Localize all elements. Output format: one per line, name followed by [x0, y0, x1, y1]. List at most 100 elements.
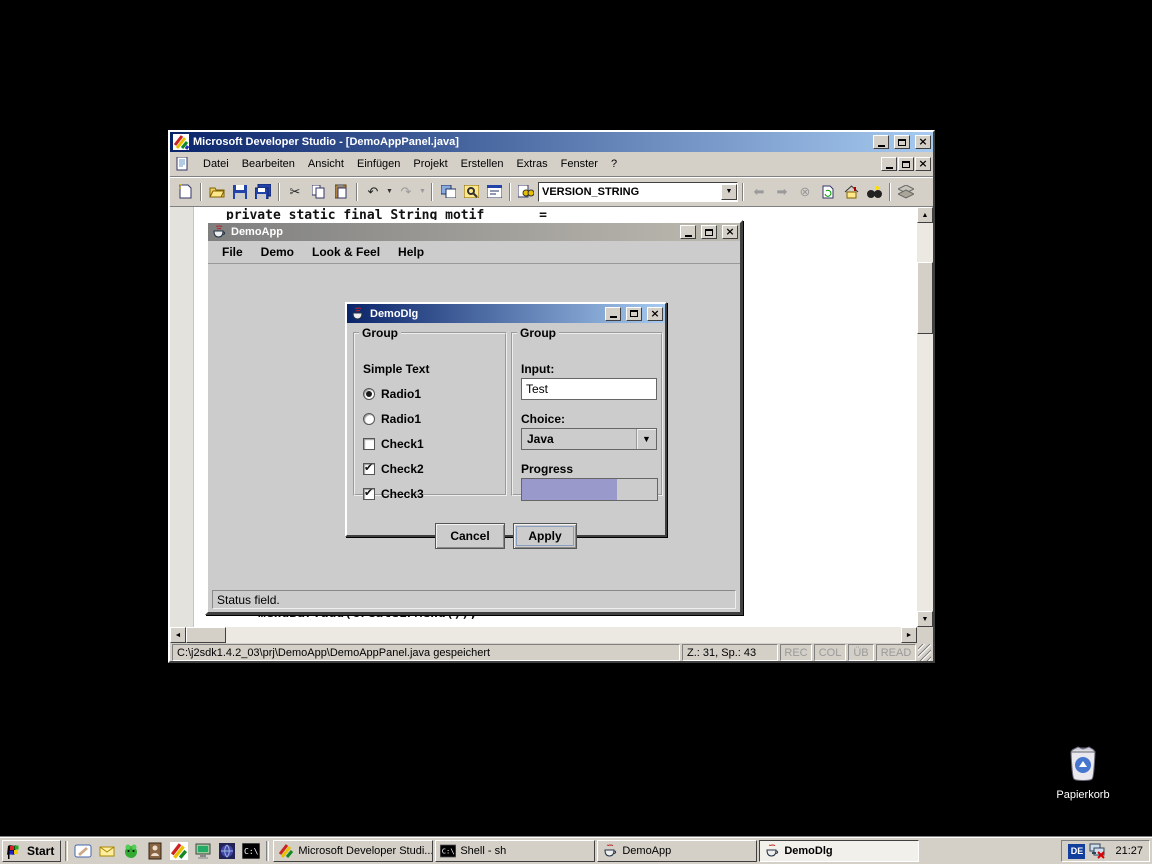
- new-file-button[interactable]: [174, 182, 196, 202]
- progress-fill: [522, 479, 617, 500]
- input-field[interactable]: [521, 378, 657, 400]
- menu-help[interactable]: Help: [390, 242, 432, 262]
- minimize-button[interactable]: [873, 135, 889, 149]
- devstudio-quicklaunch-icon[interactable]: [168, 840, 190, 862]
- menu-look-and-feel[interactable]: Look & Feel: [304, 242, 388, 262]
- search-button[interactable]: [863, 182, 885, 202]
- save-button[interactable]: [229, 182, 251, 202]
- status-message: C:\j2sdk1.4.2_03\prj\DemoApp\DemoAppPane…: [172, 644, 680, 661]
- apply-button[interactable]: Apply: [513, 523, 577, 549]
- save-all-button[interactable]: [252, 182, 274, 202]
- choice-combobox[interactable]: Java ▼: [521, 428, 657, 450]
- scroll-up-icon[interactable]: ▲: [917, 207, 933, 223]
- mdi-close-button[interactable]: ×: [915, 157, 931, 171]
- horizontal-scroll-thumb[interactable]: [186, 627, 226, 643]
- mail-icon[interactable]: [96, 840, 118, 862]
- check3-option[interactable]: Check3: [363, 487, 424, 501]
- paste-button[interactable]: [330, 182, 352, 202]
- check1-option[interactable]: Check1: [363, 437, 424, 451]
- maximize-button[interactable]: [894, 135, 910, 149]
- menu-einfuegen[interactable]: Einfügen: [351, 155, 406, 173]
- scroll-down-icon[interactable]: ▼: [917, 611, 933, 627]
- recycle-bin-shortcut[interactable]: Papierkorb: [1042, 746, 1124, 802]
- windows-logo-icon: [6, 843, 24, 859]
- scroll-track[interactable]: [226, 627, 901, 643]
- network-offline-icon[interactable]: [1089, 843, 1107, 859]
- deploy-button[interactable]: [895, 182, 917, 202]
- check2-option[interactable]: Check2: [363, 462, 424, 476]
- resize-grip[interactable]: [918, 644, 931, 661]
- checkbox-icon[interactable]: [363, 463, 375, 475]
- scroll-right-icon[interactable]: ►: [901, 627, 917, 643]
- forward-button[interactable]: ➡: [771, 182, 793, 202]
- workspace-button[interactable]: [437, 182, 459, 202]
- java-cup-icon: [764, 843, 780, 859]
- undo-button[interactable]: ↶: [362, 182, 384, 202]
- radio1-option[interactable]: Radio1: [363, 387, 421, 401]
- menu-hilfe[interactable]: ?: [605, 155, 623, 173]
- radio-button-icon[interactable]: [363, 388, 375, 400]
- show-desktop-icon[interactable]: [72, 840, 94, 862]
- menu-extras[interactable]: Extras: [510, 155, 553, 173]
- demoapp-titlebar[interactable]: DemoApp ×: [208, 223, 740, 241]
- task-shell[interactable]: C:\ Shell - sh: [435, 840, 595, 862]
- menu-projekt[interactable]: Projekt: [407, 155, 453, 173]
- version-string-combobox[interactable]: VERSION_STRING ▼: [538, 182, 738, 202]
- task-devstudio[interactable]: Microsoft Developer Studi...: [273, 840, 433, 862]
- maximize-button[interactable]: [626, 307, 642, 321]
- vertical-scroll-thumb[interactable]: [917, 262, 933, 334]
- stop-button[interactable]: ⊗: [794, 182, 816, 202]
- task-demodlg[interactable]: DemoDlg: [759, 840, 919, 862]
- combo-dropdown-icon[interactable]: ▼: [636, 429, 656, 449]
- redo-dropdown-icon[interactable]: ▼: [418, 188, 427, 195]
- menu-demo[interactable]: Demo: [253, 242, 302, 262]
- image-viewer-icon[interactable]: [144, 840, 166, 862]
- copy-button[interactable]: [307, 182, 329, 202]
- menu-ansicht[interactable]: Ansicht: [302, 155, 350, 173]
- task-demoapp[interactable]: DemoApp: [597, 840, 757, 862]
- green-app-icon[interactable]: [120, 840, 142, 862]
- scrollbar-corner: [917, 627, 933, 643]
- editor-vertical-scrollbar[interactable]: ▲ ▼: [917, 207, 933, 627]
- combo-dropdown-icon[interactable]: ▼: [721, 184, 737, 200]
- redo-button[interactable]: ↷: [395, 182, 417, 202]
- mdi-restore-button[interactable]: [898, 157, 914, 171]
- undo-dropdown-icon[interactable]: ▼: [385, 188, 394, 195]
- cancel-button[interactable]: Cancel: [435, 523, 505, 549]
- menu-file[interactable]: File: [214, 242, 251, 262]
- menu-erstellen[interactable]: Erstellen: [455, 155, 510, 173]
- demodlg-titlebar[interactable]: DemoDlg ×: [347, 304, 665, 323]
- mdi-minimize-button[interactable]: [881, 157, 897, 171]
- find-in-files-button[interactable]: [515, 182, 537, 202]
- radio2-option[interactable]: Radio1: [363, 412, 421, 426]
- checkbox-icon[interactable]: [363, 438, 375, 450]
- home-button[interactable]: [840, 182, 862, 202]
- monitor-app-icon[interactable]: [192, 840, 214, 862]
- cut-button[interactable]: ✂: [284, 182, 306, 202]
- window-list-button[interactable]: [483, 182, 505, 202]
- output-button[interactable]: [460, 182, 482, 202]
- close-button[interactable]: ×: [915, 135, 931, 149]
- back-button[interactable]: ⬅: [748, 182, 770, 202]
- start-button[interactable]: Start: [2, 840, 61, 862]
- menu-datei[interactable]: Datei: [197, 155, 235, 173]
- maximize-button[interactable]: [701, 225, 717, 239]
- menu-bearbeiten[interactable]: Bearbeiten: [236, 155, 301, 173]
- open-file-button[interactable]: [206, 182, 228, 202]
- terminal-icon[interactable]: C:\: [240, 840, 262, 862]
- menu-fenster[interactable]: Fenster: [555, 155, 604, 173]
- editor-horizontal-scrollbar[interactable]: ◄ ►: [170, 627, 917, 643]
- taskbar-separator: [65, 841, 68, 861]
- close-button[interactable]: ×: [647, 307, 663, 321]
- minimize-button[interactable]: [680, 225, 696, 239]
- checkbox-icon[interactable]: [363, 488, 375, 500]
- keyboard-layout-indicator[interactable]: DE: [1068, 844, 1085, 859]
- devstudio-titlebar[interactable]: Microsoft Developer Studio - [DemoAppPan…: [170, 132, 933, 152]
- minimize-button[interactable]: [605, 307, 621, 321]
- scroll-left-icon[interactable]: ◄: [170, 627, 186, 643]
- close-button[interactable]: ×: [722, 225, 738, 239]
- browser-globe-icon[interactable]: [216, 840, 238, 862]
- refresh-button[interactable]: [817, 182, 839, 202]
- clock[interactable]: 21:27: [1111, 845, 1143, 857]
- radio-button-icon[interactable]: [363, 413, 375, 425]
